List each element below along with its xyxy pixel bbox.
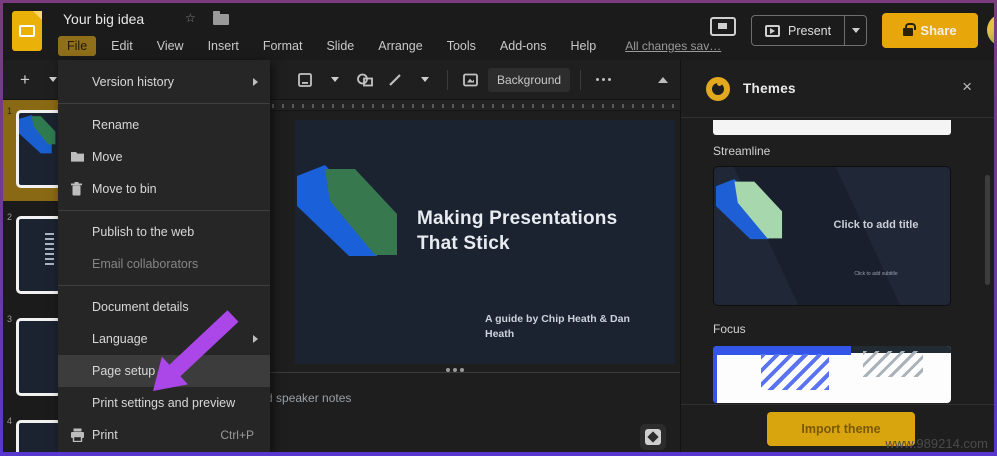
theme-name-streamline: Streamline xyxy=(713,144,771,158)
menu-item-move-to-bin[interactable]: Move to bin xyxy=(58,173,270,205)
theme-thumbnail-partial[interactable] xyxy=(713,120,951,135)
focus-hatch-gray xyxy=(863,351,923,377)
menu-separator xyxy=(58,210,270,211)
menu-arrange[interactable]: Arrange xyxy=(369,36,431,56)
menu-item-move[interactable]: Move xyxy=(58,141,270,173)
themes-title: Themes xyxy=(743,81,796,96)
toolbar-separator xyxy=(447,69,448,90)
folder-icon xyxy=(71,152,84,162)
slide-number: 1 xyxy=(7,106,13,116)
present-on-screen-icon[interactable] xyxy=(710,17,738,41)
textbox-dropdown[interactable] xyxy=(323,67,347,93)
theme-shape-motif xyxy=(715,178,783,240)
avatar[interactable] xyxy=(987,14,994,46)
notes-drag-handle[interactable] xyxy=(446,368,450,372)
slide-thumbnail-2[interactable] xyxy=(16,216,62,294)
line-icon[interactable] xyxy=(383,67,407,93)
themes-panel: Themes × Streamline Click to add title C… xyxy=(680,60,994,452)
menu-separator xyxy=(58,103,270,104)
menu-addons[interactable]: Add-ons xyxy=(491,36,556,56)
present-button-group: Present xyxy=(751,15,868,46)
menu-view[interactable]: View xyxy=(148,36,193,56)
menu-item-language[interactable]: Language xyxy=(58,323,270,355)
menu-help[interactable]: Help xyxy=(561,36,605,56)
textbox-icon[interactable] xyxy=(293,67,317,93)
slide-number: 2 xyxy=(7,212,13,222)
slide-filmstrip: 1 2 3 4 xyxy=(3,100,62,452)
menu-item-version-history[interactable]: Version history xyxy=(58,66,270,98)
close-icon[interactable]: × xyxy=(962,77,972,97)
menu-item-publish-to-web[interactable]: Publish to the web xyxy=(58,216,270,248)
menu-item-print-settings[interactable]: Print settings and preview xyxy=(58,387,270,419)
current-slide[interactable]: Making Presentations That Stick A guide … xyxy=(295,120,675,364)
menu-edit[interactable]: Edit xyxy=(102,36,142,56)
theme-thumbnail-streamline[interactable]: Click to add title Click to add subtitle xyxy=(713,166,951,306)
document-title[interactable]: Your big idea xyxy=(63,11,144,27)
lock-icon xyxy=(903,23,916,36)
slides-logo-icon[interactable] xyxy=(12,11,42,51)
present-dropdown[interactable] xyxy=(844,16,866,45)
background-button[interactable]: Background xyxy=(488,67,571,92)
menu-format[interactable]: Format xyxy=(254,36,312,56)
screenshot-frame: Your big idea ☆ File Edit View Insert Fo… xyxy=(0,0,997,456)
slide-thumbnail-1[interactable] xyxy=(16,110,62,188)
slide-number: 4 xyxy=(7,416,13,426)
menubar: File Edit View Insert Format Slide Arran… xyxy=(58,34,721,58)
menu-item-document-details[interactable]: Document details xyxy=(58,291,270,323)
topbar: Your big idea ☆ File Edit View Insert Fo… xyxy=(3,3,994,60)
logo-inner xyxy=(19,25,35,37)
themes-scrollbar[interactable] xyxy=(985,175,990,285)
star-icon[interactable]: ☆ xyxy=(185,11,196,25)
share-button[interactable]: Share xyxy=(882,13,978,48)
menu-item-rename[interactable]: Rename xyxy=(58,109,270,141)
save-status[interactable]: All changes sav… xyxy=(625,39,721,53)
menu-file[interactable]: File xyxy=(58,36,97,56)
submenu-arrow-icon xyxy=(253,335,258,343)
submenu-arrow-icon xyxy=(253,78,258,86)
printer-icon xyxy=(71,428,84,442)
google-slides-app: Your big idea ☆ File Edit View Insert Fo… xyxy=(3,3,994,452)
themes-header: Themes × xyxy=(681,60,994,118)
notes-divider xyxy=(268,372,680,373)
more-options-icon[interactable] xyxy=(591,67,615,93)
menu-item-email-collaborators: Email collaborators xyxy=(92,257,199,271)
menu-item-print[interactable]: Print Ctrl+P xyxy=(58,419,270,451)
explore-icon[interactable] xyxy=(640,424,666,450)
themes-palette-icon xyxy=(706,77,730,101)
menu-slide[interactable]: Slide xyxy=(317,36,363,56)
theme-name-focus: Focus xyxy=(713,322,746,336)
slide-subtitle-text[interactable]: A guide by Chip Heath & Dan Heath xyxy=(485,312,635,341)
theme-title-placeholder: Click to add title xyxy=(833,219,919,231)
menu-separator xyxy=(58,285,270,286)
shapes-icon[interactable] xyxy=(353,67,377,93)
thumbnail-text-lines xyxy=(45,233,54,267)
menu-shortcut: Ctrl+P xyxy=(220,428,254,442)
chevron-down-icon xyxy=(851,28,860,33)
image-icon[interactable] xyxy=(458,67,482,93)
hide-menus-icon[interactable] xyxy=(651,67,675,93)
logo-fold xyxy=(33,11,42,20)
file-menu: Version history Rename Move Move to bin … xyxy=(58,60,270,452)
theme-thumbnail-focus[interactable] xyxy=(713,346,951,403)
menu-item-page-setup[interactable]: Page setup xyxy=(58,355,270,387)
menu-insert[interactable]: Insert xyxy=(199,36,248,56)
new-slide-button[interactable]: + xyxy=(13,67,37,93)
toolbar-separator xyxy=(580,69,582,90)
menu-tools[interactable]: Tools xyxy=(438,36,485,56)
slide-thumbnail-3[interactable] xyxy=(16,318,62,396)
slide-title-text[interactable]: Making Presentations That Stick xyxy=(417,206,657,256)
focus-hatch-blue xyxy=(761,354,829,390)
slideshow-play-icon xyxy=(765,24,780,37)
slide-number: 3 xyxy=(7,314,13,324)
trash-icon xyxy=(71,182,82,196)
slide-thumbnail-4[interactable] xyxy=(16,420,62,452)
present-button[interactable]: Present xyxy=(752,16,844,45)
watermark: www.989214.com xyxy=(885,436,988,451)
line-dropdown[interactable] xyxy=(413,67,437,93)
move-folder-icon[interactable] xyxy=(213,11,229,25)
ruler xyxy=(268,100,680,111)
slide-shape-motif xyxy=(297,165,397,256)
theme-subtitle-placeholder: Click to add subtitle xyxy=(854,271,898,277)
